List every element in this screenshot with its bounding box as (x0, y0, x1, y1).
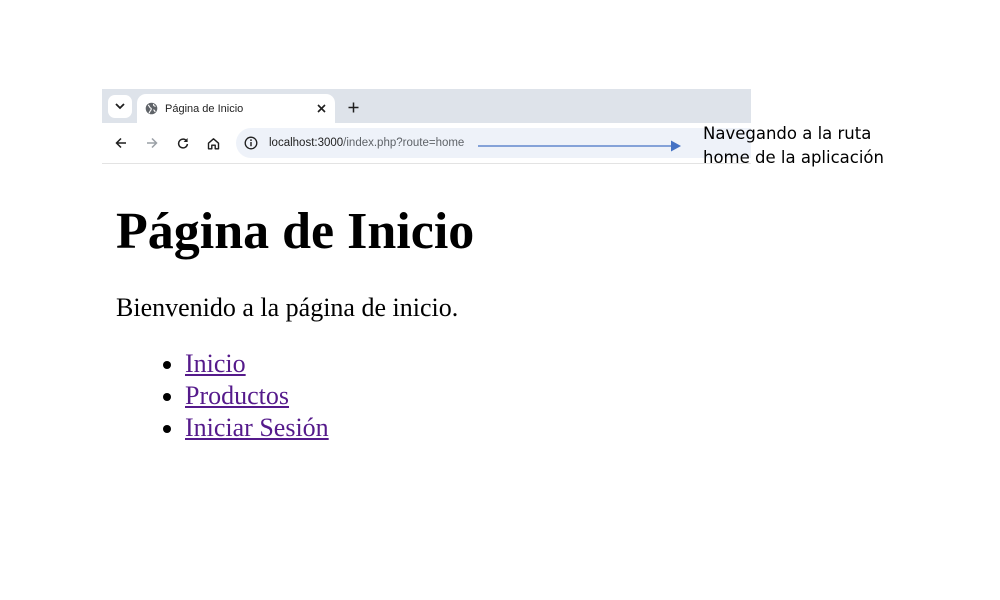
back-button[interactable] (112, 134, 130, 152)
reload-icon (177, 138, 189, 149)
close-icon (316, 104, 326, 113)
annotation-line-2: home de la aplicación (703, 148, 884, 167)
plus-icon (348, 102, 358, 112)
list-item: Iniciar Sesión (185, 412, 816, 444)
welcome-text: Bienvenido a la página de inicio. (116, 293, 459, 322)
arrow-right-icon (147, 137, 158, 149)
reload-button[interactable] (174, 134, 192, 152)
annotation-callout: Navegando a la ruta home de la aplicació… (703, 122, 963, 170)
url-path: /index.php?route=home (343, 137, 465, 149)
address-bar-url[interactable]: localhost:3000/index.php?route=home (269, 137, 464, 149)
annotation-line-1: Navegando a la ruta (703, 124, 872, 143)
list-item: Productos (185, 380, 816, 412)
link-productos[interactable]: Productos (185, 381, 289, 410)
arrow-left-icon (115, 137, 126, 149)
annotation-arrow (478, 140, 681, 152)
tab-title: Página de Inicio (165, 102, 244, 115)
chevron-down-icon (115, 103, 125, 110)
home-icon (207, 137, 219, 149)
nav-links: Inicio Productos Iniciar Sesión (116, 348, 816, 444)
forward-button[interactable] (143, 134, 161, 152)
globe-icon (145, 102, 158, 115)
page-title: Página de Inicio (116, 203, 475, 260)
tab-strip: Página de Inicio (102, 89, 751, 123)
new-tab-button[interactable] (344, 98, 362, 116)
link-iniciar-sesion[interactable]: Iniciar Sesión (185, 413, 329, 442)
list-item: Inicio (185, 348, 816, 380)
info-icon[interactable] (244, 136, 258, 150)
tab-search-button[interactable] (108, 95, 132, 118)
link-inicio[interactable]: Inicio (185, 349, 246, 378)
url-host: localhost:3000 (269, 137, 344, 149)
page-content: Página de Inicio Bienvenido a la página … (116, 190, 816, 444)
home-button[interactable] (204, 134, 222, 152)
close-tab-button[interactable] (313, 101, 329, 117)
active-tab[interactable]: Página de Inicio (137, 94, 335, 123)
